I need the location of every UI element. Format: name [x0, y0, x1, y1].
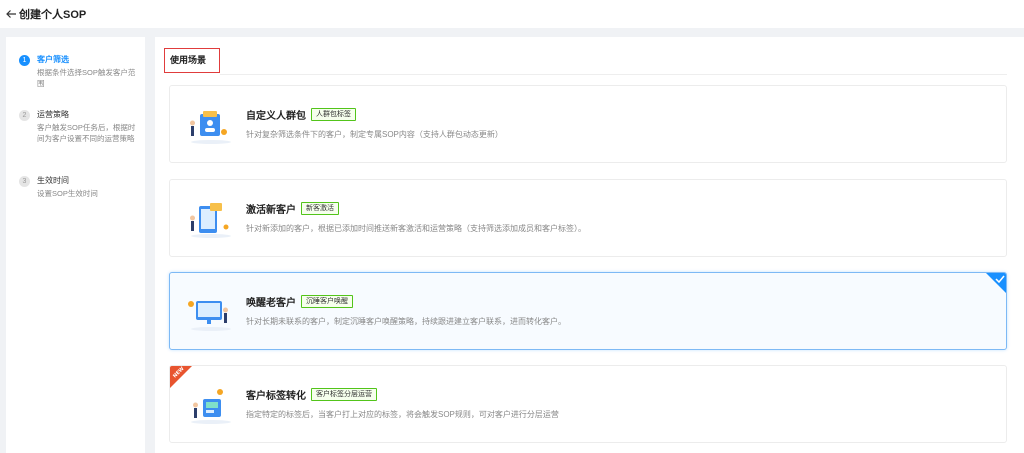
selected-check-icon	[986, 273, 1006, 293]
main-panel: 使用场景 自定义人群包 人群包标签 针对复杂筛选条件下的客户，制定专属SOP内容…	[155, 37, 1024, 453]
scenario-card-tag-conversion[interactable]: NEW 客户标签转化 客户标签分层运营 指定特定的标签后，当客户打上对应的标签，…	[169, 365, 1007, 443]
tag-conversion-icon	[186, 386, 236, 426]
step-title: 生效时间	[37, 176, 69, 185]
section-title: 使用场景	[164, 48, 220, 73]
card-title: 自定义人群包	[246, 111, 306, 122]
crowd-package-icon	[186, 106, 236, 146]
activate-customer-icon	[186, 200, 236, 240]
scenario-card-activate-new[interactable]: 激活新客户 新客激活 针对新添加的客户，根据已添加时间推送新客激活和运营策略（支…	[169, 179, 1007, 257]
wake-customer-icon	[186, 293, 236, 333]
card-desc: 针对长期未联系的客户，制定沉睡客户唤醒策略，持续跟进建立客户联系，进而转化客户。	[246, 317, 566, 326]
top-bar: 创建个人SOP	[0, 0, 1024, 28]
step-desc: 设置SOP生效时间	[37, 189, 98, 198]
card-title: 激活新客户	[246, 205, 296, 216]
step-number: 1	[19, 55, 30, 66]
card-title: 唤醒老客户	[246, 298, 296, 309]
step-customer-filter[interactable]: 1 客户筛选 根据条件选择SOP触发客户范围	[19, 54, 137, 89]
step-number: 2	[19, 110, 30, 121]
arrow-left-icon[interactable]	[5, 8, 17, 20]
steps-sidebar: 1 客户筛选 根据条件选择SOP触发客户范围 2 运营策略 客户触发SOP任务后…	[6, 37, 145, 453]
page-title: 创建个人SOP	[19, 9, 87, 21]
card-desc: 针对新添加的客户，根据已添加时间推送新客激活和运营策略（支持筛选添加成员和客户标…	[246, 224, 586, 233]
step-title: 客户筛选	[37, 55, 69, 64]
step-desc: 根据条件选择SOP触发客户范围	[37, 68, 136, 88]
card-tag: 新客激活	[301, 202, 339, 215]
step-operation-strategy[interactable]: 2 运营策略 客户触发SOP任务后，根据时间为客户设置不同的运营策略	[19, 109, 137, 144]
scenario-card-wake-old[interactable]: 唤醒老客户 沉睡客户唤醒 针对长期未联系的客户，制定沉睡客户唤醒策略，持续跟进建…	[169, 272, 1007, 350]
section-divider	[220, 74, 1007, 75]
card-tag: 沉睡客户唤醒	[301, 295, 353, 308]
step-effective-time[interactable]: 3 生效时间 设置SOP生效时间	[19, 175, 137, 199]
step-number: 3	[19, 176, 30, 187]
scenario-card-custom-crowd[interactable]: 自定义人群包 人群包标签 针对复杂筛选条件下的客户，制定专属SOP内容（支持人群…	[169, 85, 1007, 163]
card-tag: 客户标签分层运营	[311, 388, 377, 401]
step-desc: 客户触发SOP任务后，根据时间为客户设置不同的运营策略	[37, 123, 136, 143]
card-tag: 人群包标签	[311, 108, 356, 121]
step-title: 运营策略	[37, 110, 69, 119]
card-desc: 针对复杂筛选条件下的客户，制定专属SOP内容（支持人群包动态更新）	[246, 130, 503, 139]
card-title: 客户标签转化	[246, 391, 306, 402]
card-desc: 指定特定的标签后，当客户打上对应的标签，将会触发SOP规则，可对客户进行分层运营	[246, 410, 559, 419]
